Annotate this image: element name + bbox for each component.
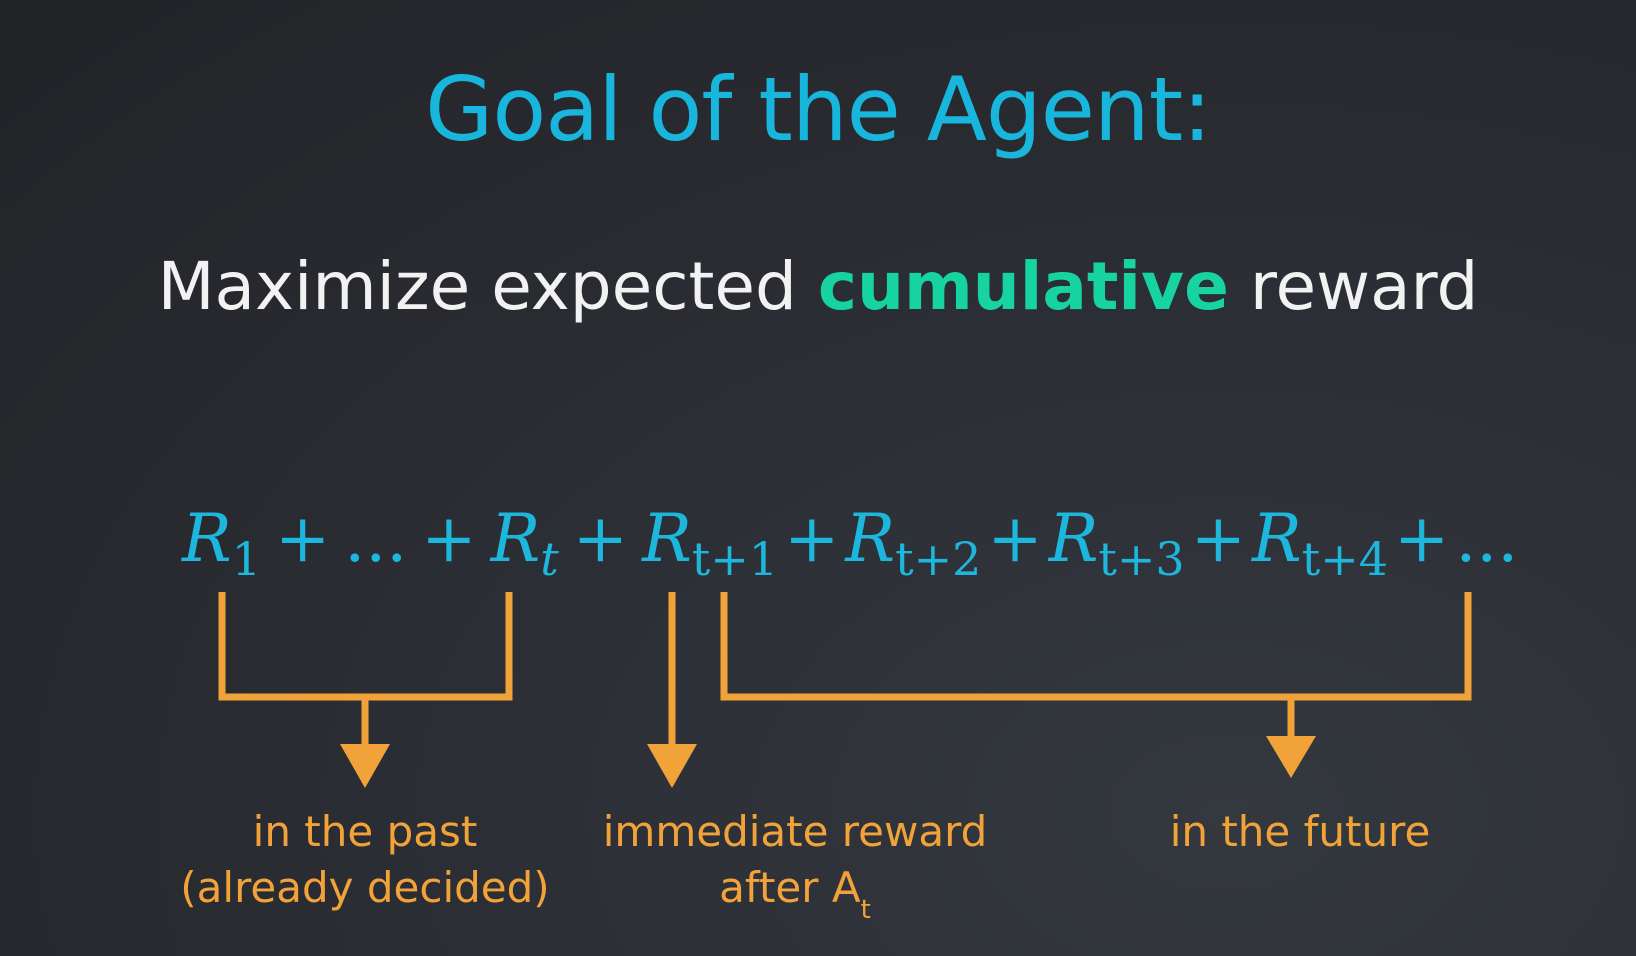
label-past-line2: (already decided) [180,863,550,912]
label-past-line1: in the past [252,807,478,856]
past-bracket [218,592,513,701]
past-arrow-head [340,744,390,788]
label-immediate: immediate reward after At [590,804,1000,925]
immediate-arrow-head [647,744,697,788]
future-bracket [720,592,1472,701]
future-arrow-head [1266,736,1316,778]
label-immediate-sub: t [860,895,871,925]
label-immediate-line1: immediate reward [602,807,988,856]
slide: Goal of the Agent: Maximize expected cum… [0,0,1636,956]
label-past: in the past (already decided) [168,804,562,916]
label-immediate-line2: after At [590,860,1000,925]
label-immediate-prefix: after A [719,863,861,912]
label-future-text: in the future [1169,807,1431,856]
label-future: in the future [1130,804,1470,860]
